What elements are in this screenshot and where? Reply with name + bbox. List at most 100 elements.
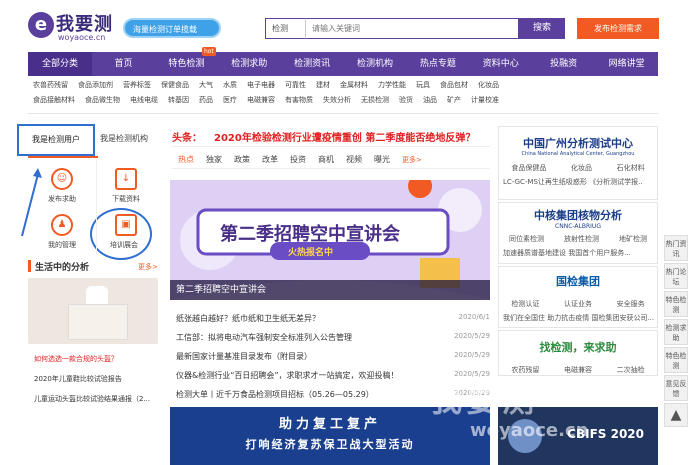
banner-caption[interactable]: 第二季招聘空中宣讲会 bbox=[170, 280, 490, 300]
category-link[interactable]: 食品包材 bbox=[435, 78, 473, 93]
side-feedback[interactable]: 意见反馈 bbox=[664, 375, 688, 401]
nav-item-topics[interactable]: 热点专题 bbox=[406, 52, 469, 76]
category-link[interactable]: 食品接触材料 bbox=[28, 93, 80, 108]
side-hot-forum[interactable]: 热门论坛 bbox=[664, 263, 688, 289]
nav-item-home[interactable]: 首页 bbox=[92, 52, 155, 76]
logo-icon[interactable]: e bbox=[28, 12, 54, 38]
category-link[interactable]: 矿产 bbox=[442, 93, 466, 108]
category-link[interactable]: 保健食品 bbox=[156, 78, 194, 93]
life-link[interactable]: 如何选选一款合规的头盔？ bbox=[34, 354, 164, 364]
search-type-select[interactable]: 检测 bbox=[265, 18, 305, 39]
life-link[interactable]: 儿童运动头盔比较试验结果通报（2... bbox=[34, 394, 164, 404]
nav-item-resources[interactable]: 资料中心 bbox=[469, 52, 532, 76]
tab-business[interactable]: 商机 bbox=[312, 152, 340, 168]
partner-tags: 食品保健品 化妆品 石化材料 bbox=[499, 163, 657, 173]
user-icon: ♟ bbox=[51, 214, 73, 236]
nav-item-invest[interactable]: 投融资 bbox=[532, 52, 595, 76]
post-request-button[interactable]: 发布检测需求 bbox=[577, 18, 659, 39]
tab-investment[interactable]: 投资 bbox=[284, 152, 312, 168]
category-link[interactable]: 建材 bbox=[311, 78, 335, 93]
tab-exposure[interactable]: 曝光 bbox=[368, 152, 396, 168]
news-title: 仪器&检测行业“百日招聘会”，求职求才一站搞定，欢迎投稿！ bbox=[176, 371, 399, 380]
partner-news[interactable]: LC-GC-MS让再生纸吸惑形 《分析测试学报.. bbox=[503, 177, 657, 187]
category-link[interactable]: 有害物质 bbox=[280, 93, 318, 108]
category-link[interactable]: 电线电缆 bbox=[125, 93, 163, 108]
category-link[interactable]: 油品 bbox=[418, 93, 442, 108]
news-item[interactable]: 工信部：拟将电动汽车强制安全标准列入公告管理 2020/5/29 bbox=[176, 332, 490, 348]
category-link[interactable]: 药品 bbox=[194, 93, 218, 108]
side-hot-news[interactable]: 热门资讯 bbox=[664, 235, 688, 261]
more-link[interactable]: 更多> bbox=[138, 262, 158, 272]
partner-tag[interactable]: 石化材料 bbox=[617, 163, 645, 173]
nav-item-lectures[interactable]: 网络讲堂 bbox=[595, 52, 658, 76]
category-link[interactable]: 化妆品 bbox=[473, 78, 504, 93]
back-to-top-icon[interactable]: ▲ bbox=[664, 403, 688, 427]
partner-news[interactable]: 加速器质谱基地建设 我国首个用户服务... bbox=[503, 248, 657, 258]
tab-reform[interactable]: 改革 bbox=[256, 152, 284, 168]
category-link[interactable]: 计量校准 bbox=[466, 93, 504, 108]
partner-card[interactable]: 国检集团 检测认证 认证业务 安全服务 我们在全国住 助力抗击疫情 国检集团安获公司… bbox=[498, 266, 658, 328]
divider bbox=[172, 146, 490, 147]
category-row-2: 食品接触材料 食品微生物 电线电缆 转基因 药品 医疗 电磁兼容 有害物质 失效分析 无损检测 验货… bbox=[28, 93, 658, 108]
tab-user[interactable]: 我是检测用户 bbox=[17, 124, 95, 156]
nav-item-featured[interactable]: 特色检测 hot bbox=[155, 47, 218, 76]
partner-tag[interactable]: 认证业务 bbox=[564, 299, 592, 309]
nav-item-orgs[interactable]: 检测机构 bbox=[344, 52, 407, 76]
partner-tag[interactable]: 安全服务 bbox=[617, 299, 645, 309]
life-link[interactable]: 2020年儿童鞋比较试验报告 bbox=[34, 374, 164, 384]
side-featured-2[interactable]: 特色检测 bbox=[664, 347, 688, 373]
category-link[interactable]: 玩具 bbox=[411, 78, 435, 93]
nav-item-help[interactable]: 检测求助 bbox=[218, 52, 281, 76]
search-input[interactable] bbox=[305, 18, 519, 39]
download-tile[interactable]: ↓ 下载资料 bbox=[112, 168, 140, 204]
nav-item-news[interactable]: 检测资讯 bbox=[281, 52, 344, 76]
category-link[interactable]: 医疗 bbox=[218, 93, 242, 108]
nav-all-categories[interactable]: 全部分类 bbox=[28, 52, 92, 76]
tab-org[interactable]: 我是检测机构 bbox=[100, 133, 148, 144]
partner-tag[interactable]: 农药残留 bbox=[511, 365, 539, 375]
my-manage-tile[interactable]: ♟ 我的管理 bbox=[48, 214, 76, 250]
partner-news[interactable]: 我们在全国住 助力抗击疫情 国检集团安获公司... bbox=[503, 313, 657, 323]
category-link[interactable]: 营养标签 bbox=[118, 78, 156, 93]
headline-link[interactable]: 2020年检验检测行业遭疫情重创 第二季度能否绝地反弹？ bbox=[214, 129, 475, 144]
tab-policy[interactable]: 政策 bbox=[228, 152, 256, 168]
category-link[interactable]: 食品添加剂 bbox=[73, 78, 118, 93]
category-link[interactable]: 失效分析 bbox=[318, 93, 356, 108]
partner-card[interactable]: 找检测，来求助 农药残留 电磁兼容 二次抽检 bbox=[498, 330, 658, 376]
partner-card[interactable]: 中核集团核物分析 CNNC-ALBRIUG 同位素检测 放射性检测 地矿检测 加速器… bbox=[498, 202, 658, 264]
promo-badge[interactable]: 海量检测订单揽载 bbox=[123, 18, 221, 38]
side-help[interactable]: 检测求助 bbox=[664, 319, 688, 345]
search-button[interactable]: 搜索 bbox=[519, 18, 565, 39]
category-link[interactable]: 食品微生物 bbox=[80, 93, 125, 108]
category-link[interactable]: 验货 bbox=[394, 93, 418, 108]
partner-tag[interactable]: 同位素检测 bbox=[509, 234, 544, 244]
category-link[interactable]: 水质 bbox=[218, 78, 242, 93]
tabs-more-link[interactable]: 更多> bbox=[396, 152, 428, 168]
category-link[interactable]: 大气 bbox=[194, 78, 218, 93]
side-featured[interactable]: 特色检测 bbox=[664, 291, 688, 317]
promo-subtitle: 打响经济复苏保卫战大型活动 bbox=[245, 438, 415, 451]
news-item[interactable]: 纸张越白越好？纸巾纸和卫生纸无差异？ 2020/6/1 bbox=[176, 313, 490, 329]
category-link[interactable]: 力学性能 bbox=[373, 78, 411, 93]
tissue-image[interactable] bbox=[28, 278, 158, 344]
category-link[interactable]: 农兽药残留 bbox=[28, 78, 73, 93]
publish-help-tile[interactable]: ☺ 发布求助 bbox=[48, 168, 76, 204]
category-link[interactable]: 电子电器 bbox=[242, 78, 280, 93]
partner-tag[interactable]: 地矿检测 bbox=[619, 234, 647, 244]
category-link[interactable]: 电磁兼容 bbox=[242, 93, 280, 108]
category-link[interactable]: 无损检测 bbox=[356, 93, 394, 108]
partner-tag[interactable]: 化妆品 bbox=[571, 163, 592, 173]
partner-tag[interactable]: 放射性检测 bbox=[564, 234, 599, 244]
partner-tag[interactable]: 食品保健品 bbox=[511, 163, 546, 173]
tab-exclusive[interactable]: 独家 bbox=[200, 152, 228, 168]
category-link[interactable]: 可靠性 bbox=[280, 78, 311, 93]
partner-tag[interactable]: 电磁兼容 bbox=[564, 365, 592, 375]
partner-card[interactable]: 中国广州分析测试中心 China National Analytical Cen… bbox=[498, 126, 658, 200]
news-item[interactable]: 最新国家计量基准目录发布（附目录） 2020/5/29 bbox=[176, 351, 490, 367]
category-link[interactable]: 转基因 bbox=[163, 93, 194, 108]
tab-hot[interactable]: 热点 bbox=[172, 152, 200, 168]
tab-video[interactable]: 视频 bbox=[340, 152, 368, 168]
partner-tag[interactable]: 二次抽检 bbox=[617, 365, 645, 375]
partner-tag[interactable]: 检测认证 bbox=[511, 299, 539, 309]
category-link[interactable]: 金属材料 bbox=[335, 78, 373, 93]
